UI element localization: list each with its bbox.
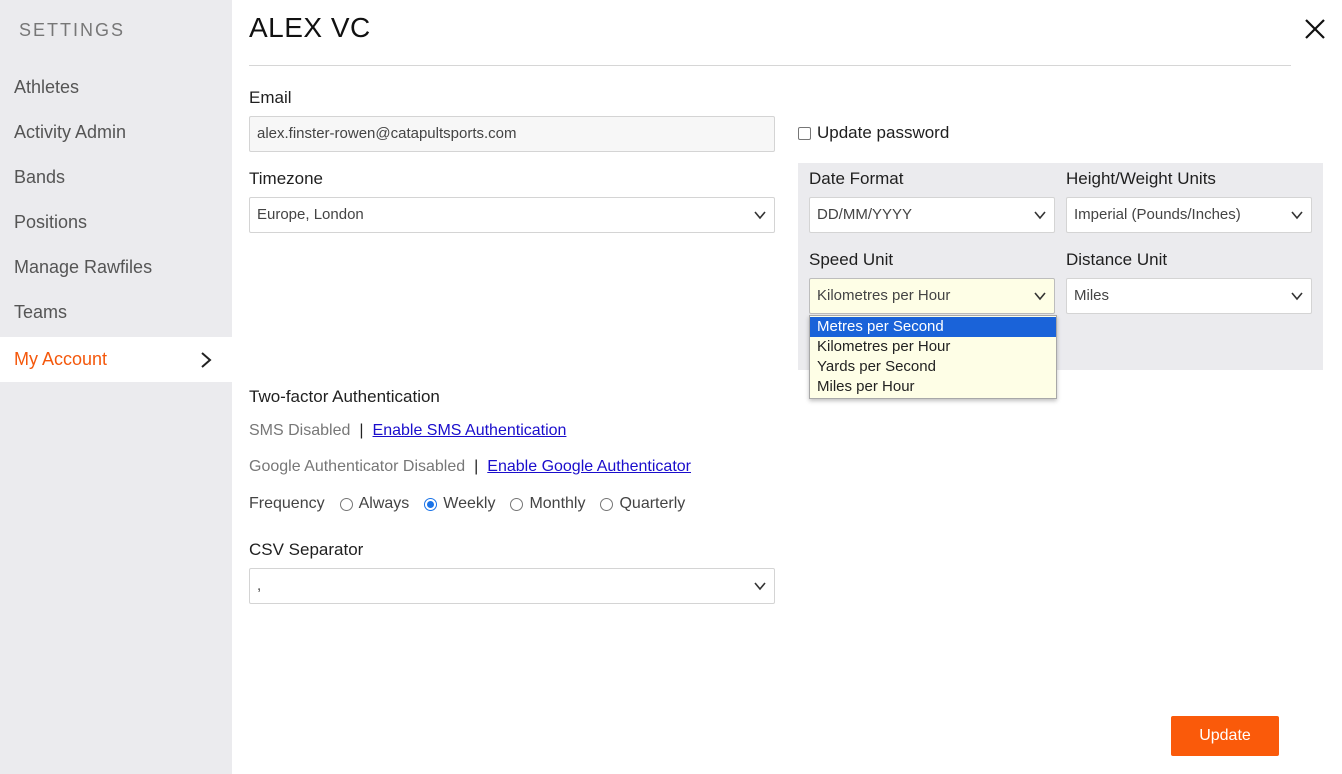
speed-option-miles-per-hour[interactable]: Miles per Hour [810, 377, 1056, 397]
frequency-option-label: Quarterly [619, 495, 686, 512]
timezone-select[interactable]: Europe, London [249, 197, 775, 233]
frequency-label: Frequency [249, 495, 325, 512]
height-weight-select[interactable]: Imperial (Pounds/Inches) [1066, 197, 1312, 233]
frequency-row: Frequency Always Weekly Monthly Quarterl… [249, 493, 700, 515]
sms-status: SMS Disabled [249, 422, 351, 439]
update-button[interactable]: Update [1171, 716, 1279, 756]
sidebar-item-bands[interactable]: Bands [0, 155, 232, 200]
distance-unit-value: Miles [1074, 287, 1110, 304]
csv-separator-label: CSV Separator [249, 540, 364, 559]
csv-separator-select[interactable]: , [249, 568, 775, 604]
date-format-label: Date Format [809, 169, 904, 188]
header-divider [249, 65, 1291, 66]
chevron-down-icon [1291, 292, 1303, 301]
date-format-value: DD/MM/YYYY [817, 206, 913, 223]
date-format-select[interactable]: DD/MM/YYYY [809, 197, 1055, 233]
sidebar-item-label: My Account [14, 349, 108, 369]
update-password-checkbox[interactable] [798, 126, 811, 140]
chevron-down-icon [754, 582, 766, 591]
speed-unit-value: Kilometres per Hour [817, 287, 951, 304]
chevron-down-icon [1034, 211, 1046, 220]
google-status: Google Authenticator Disabled [249, 458, 466, 475]
distance-unit-select[interactable]: Miles [1066, 278, 1312, 314]
chevron-down-icon [1291, 211, 1303, 220]
frequency-option-always[interactable]: Always [339, 495, 410, 513]
frequency-option-monthly[interactable]: Monthly [510, 495, 585, 513]
speed-option-kilometres-per-hour[interactable]: Kilometres per Hour [810, 337, 1056, 357]
close-icon[interactable] [1303, 17, 1327, 41]
sidebar-item-my-account[interactable]: My Account [0, 337, 232, 382]
chevron-right-icon [201, 352, 212, 368]
separator: | [474, 458, 479, 475]
frequency-option-label: Always [358, 495, 410, 512]
separator: | [359, 422, 364, 439]
google-row: Google Authenticator Disabled | Enable Goo… [249, 456, 691, 478]
enable-sms-link[interactable]: Enable SMS Authentication [373, 422, 567, 439]
sidebar-item-positions[interactable]: Positions [0, 200, 232, 245]
frequency-radio-weekly[interactable] [424, 497, 438, 511]
frequency-radio-quarterly[interactable] [600, 497, 614, 511]
update-password-label: Update password [817, 123, 950, 142]
frequency-option-label: Monthly [529, 495, 586, 512]
distance-unit-label: Distance Unit [1066, 250, 1168, 269]
timezone-value: Europe, London [257, 206, 364, 223]
frequency-option-label: Weekly [443, 495, 496, 512]
sidebar-item-teams[interactable]: Teams [0, 290, 232, 335]
email-label: Email [249, 88, 292, 107]
sidebar-title: SETTINGS [19, 20, 126, 40]
page-title: ALEX VC [249, 12, 371, 43]
sidebar: SETTINGS Athletes Activity Admin Bands P… [0, 0, 232, 774]
frequency-option-quarterly[interactable]: Quarterly [600, 495, 685, 513]
frequency-radio-monthly[interactable] [510, 497, 524, 511]
timezone-label: Timezone [249, 169, 324, 188]
frequency-option-weekly[interactable]: Weekly [424, 495, 495, 513]
enable-google-link[interactable]: Enable Google Authenticator [487, 458, 691, 475]
frequency-radio-always[interactable] [339, 497, 353, 511]
email-field[interactable]: alex.finster-rowen@catapultsports.com [249, 116, 775, 152]
speed-unit-dropdown-list: Metres per Second Kilometres per Hour Ya… [809, 315, 1057, 399]
speed-unit-label: Speed Unit [809, 250, 894, 269]
sidebar-item-activity-admin[interactable]: Activity Admin [0, 110, 232, 155]
update-password-row[interactable]: Update password [798, 122, 949, 144]
two-factor-title: Two-factor Authentication [249, 387, 440, 406]
csv-separator-value: , [257, 577, 262, 594]
height-weight-value: Imperial (Pounds/Inches) [1074, 206, 1241, 223]
speed-unit-select[interactable]: Kilometres per Hour [809, 278, 1055, 314]
speed-option-metres-per-second[interactable]: Metres per Second [810, 317, 1056, 337]
height-weight-label: Height/Weight Units [1066, 169, 1216, 188]
sms-row: SMS Disabled | Enable SMS Authentication [249, 420, 566, 442]
sidebar-item-athletes[interactable]: Athletes [0, 65, 232, 110]
speed-option-yards-per-second[interactable]: Yards per Second [810, 357, 1056, 377]
chevron-down-icon [1034, 292, 1046, 301]
sidebar-item-manage-rawfiles[interactable]: Manage Rawfiles [0, 245, 232, 290]
chevron-down-icon [754, 211, 766, 220]
